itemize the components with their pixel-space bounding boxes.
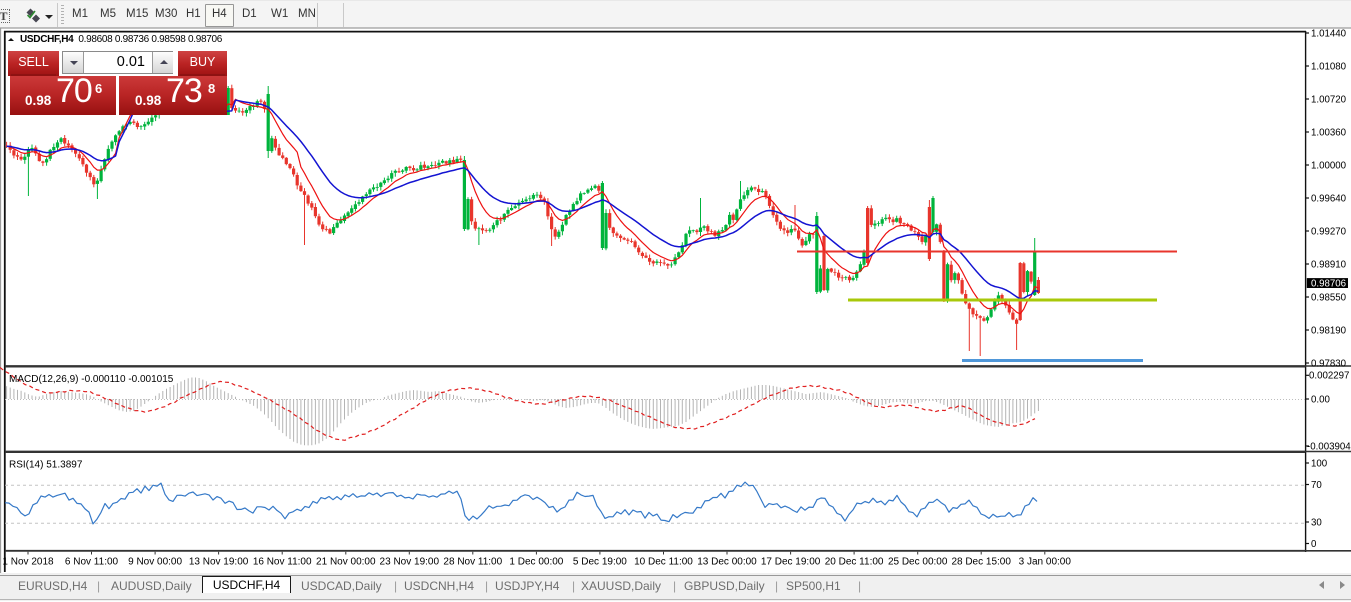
- svg-text:0.97830: 0.97830: [1311, 358, 1347, 369]
- svg-text:1.01440: 1.01440: [1311, 28, 1347, 39]
- svg-text:30: 30: [1311, 517, 1322, 528]
- svg-text:-0.003904: -0.003904: [1307, 441, 1351, 452]
- svg-text:13 Nov 19:00: 13 Nov 19:00: [189, 557, 249, 568]
- svg-text:1.00360: 1.00360: [1311, 127, 1347, 138]
- svg-text:100: 100: [1311, 458, 1328, 469]
- svg-text:0.98190: 0.98190: [1311, 325, 1347, 336]
- svg-text:20 Dec 11:00: 20 Dec 11:00: [825, 557, 884, 568]
- svg-text:0.99640: 0.99640: [1311, 193, 1347, 204]
- svg-text:0.002297: 0.002297: [1309, 371, 1349, 382]
- svg-text:13 Dec 00:00: 13 Dec 00:00: [697, 557, 757, 568]
- svg-text:1.00000: 1.00000: [1311, 160, 1347, 171]
- svg-text:0.98550: 0.98550: [1311, 292, 1347, 303]
- svg-text:21 Nov 00:00: 21 Nov 00:00: [316, 557, 376, 568]
- svg-text:17 Dec 19:00: 17 Dec 19:00: [761, 557, 821, 568]
- svg-text:23 Nov 19:00: 23 Nov 19:00: [380, 557, 440, 568]
- svg-text:16 Nov 11:00: 16 Nov 11:00: [253, 557, 312, 568]
- svg-text:70: 70: [1311, 480, 1322, 491]
- svg-text:0.99270: 0.99270: [1311, 226, 1347, 237]
- svg-text:28 Dec 15:00: 28 Dec 15:00: [951, 557, 1011, 568]
- svg-text:1.00720: 1.00720: [1311, 94, 1347, 105]
- svg-text:9 Nov 00:00: 9 Nov 00:00: [128, 557, 182, 568]
- svg-text:0: 0: [1311, 539, 1317, 550]
- svg-text:0.98706: 0.98706: [1311, 278, 1346, 289]
- svg-text:5 Dec 19:00: 5 Dec 19:00: [573, 557, 627, 568]
- svg-text:0.98910: 0.98910: [1311, 259, 1347, 270]
- svg-text:28 Nov 11:00: 28 Nov 11:00: [443, 557, 502, 568]
- svg-text:1 Nov 2018: 1 Nov 2018: [2, 557, 54, 568]
- svg-text:6 Nov 11:00: 6 Nov 11:00: [65, 557, 119, 568]
- svg-text:3 Jan 00:00: 3 Jan 00:00: [1019, 557, 1072, 568]
- svg-text:MACD(12,26,9) -0.000110 -0.001: MACD(12,26,9) -0.000110 -0.001015: [9, 374, 174, 385]
- svg-text:25 Dec 00:00: 25 Dec 00:00: [888, 557, 948, 568]
- svg-text:10 Dec 11:00: 10 Dec 11:00: [634, 557, 693, 568]
- svg-text:RSI(14) 51.3897: RSI(14) 51.3897: [9, 460, 83, 471]
- svg-text:1.01080: 1.01080: [1311, 61, 1347, 72]
- svg-text:1 Dec 00:00: 1 Dec 00:00: [509, 557, 563, 568]
- svg-text:0.00: 0.00: [1311, 394, 1330, 405]
